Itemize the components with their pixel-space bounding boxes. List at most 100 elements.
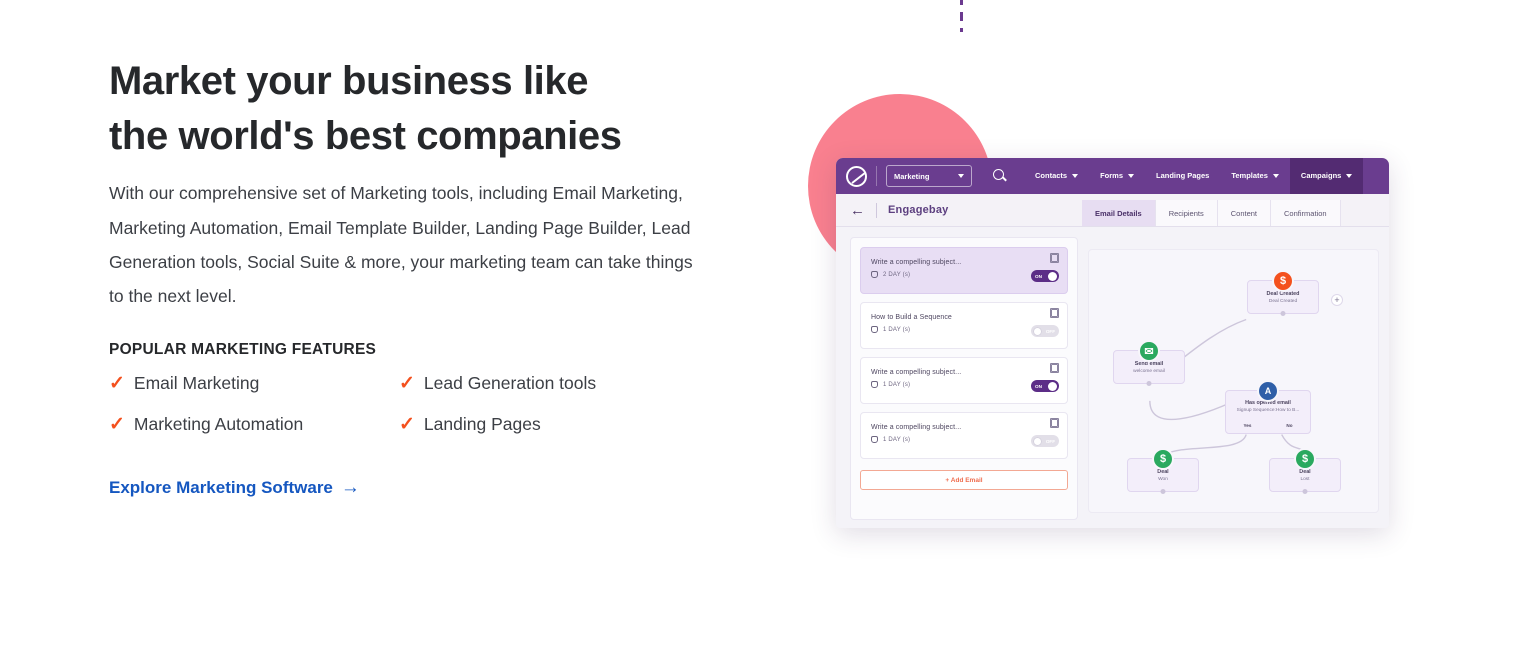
envelope-icon: ✉ <box>1138 340 1160 362</box>
dashed-line-decoration <box>960 0 963 32</box>
feature-item: ✓ Email Marketing <box>109 373 399 394</box>
hero-text-column: Market your business like the world's be… <box>109 54 729 498</box>
back-arrow-icon[interactable]: ← <box>850 203 865 218</box>
sequence-delay: 1 DAY (s) <box>871 381 1057 388</box>
nav-label: Templates <box>1231 171 1268 180</box>
duplicate-icon[interactable] <box>1049 362 1059 373</box>
sequence-subject: Write a compelling subject... <box>871 259 962 266</box>
branch-labels: Yes No <box>1226 423 1310 428</box>
module-selector[interactable]: Marketing <box>886 165 972 187</box>
sequence-card[interactable]: Write a compelling subject... 1 DAY (s) … <box>860 412 1068 459</box>
node-subtitle: Lost <box>1300 476 1310 482</box>
delay-label: 2 DAY (s) <box>883 271 911 278</box>
clock-icon <box>871 326 878 333</box>
sequence-delay: 2 DAY (s) <box>871 271 1057 278</box>
hero-paragraph: With our comprehensive set of Marketing … <box>109 183 693 306</box>
node-subtitle: welcome email <box>1133 368 1165 374</box>
nav-item-campaigns[interactable]: Campaigns <box>1289 158 1364 194</box>
sequence-card[interactable]: Write a compelling subject... 1 DAY (s) … <box>860 357 1068 404</box>
search-icon[interactable] <box>992 168 1008 184</box>
campaign-title: Engagebay <box>888 204 949 216</box>
sequence-subject: How to Build a Sequence <box>871 314 952 321</box>
tab-recipients[interactable]: Recipients <box>1155 200 1218 226</box>
delay-label: 1 DAY (s) <box>883 326 911 333</box>
sequence-subject: Write a compelling subject... <box>871 369 962 376</box>
workflow-node-deal-created[interactable]: $ Deal Created Deal Created <box>1247 270 1319 316</box>
nav-item-templates[interactable]: Templates <box>1220 158 1290 194</box>
sequence-toggle[interactable]: OFF <box>1031 435 1059 447</box>
sequence-subject: Write a compelling subject... <box>871 424 962 431</box>
nav-item-forms[interactable]: Forms <box>1089 158 1145 194</box>
tab-email-details[interactable]: Email Details <box>1082 200 1156 226</box>
sequence-toggle[interactable]: ON <box>1031 380 1059 392</box>
divider <box>876 166 877 186</box>
module-selector-label: Marketing <box>894 171 930 181</box>
sequence-card[interactable]: How to Build a Sequence 1 DAY (s) OFF <box>860 302 1068 349</box>
toggle-label: OFF <box>1045 328 1055 334</box>
chevron-down-icon <box>1272 174 1279 178</box>
add-email-button[interactable]: + Add Email <box>860 470 1068 490</box>
chevron-down-icon <box>1128 174 1135 178</box>
node-connector-dot <box>1160 488 1166 494</box>
chevron-down-icon <box>1072 174 1079 178</box>
app-screenshot-window: Marketing Contacts Forms Landing Pages T… <box>836 158 1389 528</box>
tab-confirmation[interactable]: Confirmation <box>1271 200 1341 226</box>
feature-label: Landing Pages <box>423 413 541 434</box>
divider <box>876 202 877 218</box>
chevron-down-icon <box>958 174 964 178</box>
sequence-card[interactable]: Write a compelling subject... 2 DAY (s) … <box>860 247 1068 294</box>
duplicate-icon[interactable] <box>1049 307 1059 318</box>
nav-label: Contacts <box>1035 171 1068 180</box>
dollar-icon: $ <box>1272 270 1294 292</box>
marketing-feature-section: Market your business like the world's be… <box>0 0 1526 652</box>
toggle-knob <box>1033 326 1042 336</box>
wizard-tabs: Email Details Recipients Content Confirm… <box>1082 200 1341 226</box>
clock-icon <box>871 381 878 388</box>
workflow-node-deal-won[interactable]: $ Deal Won <box>1127 448 1199 494</box>
node-subtitle: Signup Sequence:How to B... <box>1236 408 1300 413</box>
delay-label: 1 DAY (s) <box>883 436 911 443</box>
app-nav: Contacts Forms Landing Pages Templates C… <box>1024 158 1364 194</box>
workflow-canvas: $ Deal Created Deal Created + ✉ Send ema… <box>1088 249 1379 513</box>
tab-content[interactable]: Content <box>1217 200 1272 226</box>
duplicate-icon[interactable] <box>1049 252 1059 263</box>
check-icon: ✓ <box>109 413 125 435</box>
toggle-label: ON <box>1035 383 1042 389</box>
app-topbar: Marketing Contacts Forms Landing Pages T… <box>836 158 1389 194</box>
workflow-node-deal-lost[interactable]: $ Deal Lost <box>1269 448 1341 494</box>
condition-icon: A <box>1257 380 1279 402</box>
feature-item: ✓ Lead Generation tools <box>399 373 729 394</box>
toggle-label: OFF <box>1045 438 1055 444</box>
sequence-toggle[interactable]: ON <box>1031 270 1059 282</box>
dollar-icon: $ <box>1152 448 1174 470</box>
app-body: Write a compelling subject... 2 DAY (s) … <box>836 227 1389 528</box>
clock-icon <box>871 436 878 443</box>
workflow-node-send-email[interactable]: ✉ Send email welcome email <box>1113 340 1185 386</box>
explore-marketing-software-link[interactable]: Explore Marketing Software → <box>109 478 360 498</box>
toggle-knob <box>1048 381 1057 391</box>
engagebay-logo-icon <box>846 165 867 187</box>
nav-label: Campaigns <box>1300 171 1342 180</box>
toggle-knob <box>1033 436 1042 446</box>
check-icon: ✓ <box>109 372 125 394</box>
sequence-delay: 1 DAY (s) <box>871 436 1057 443</box>
add-node-button[interactable]: + <box>1331 294 1343 306</box>
node-connector-dot <box>1146 380 1152 386</box>
nav-item-contacts[interactable]: Contacts <box>1024 158 1089 194</box>
feature-label: Email Marketing <box>133 372 260 393</box>
clock-icon <box>871 271 878 278</box>
duplicate-icon[interactable] <box>1049 417 1059 428</box>
cta-label: Explore Marketing Software <box>109 477 333 497</box>
nav-label: Forms <box>1100 171 1124 180</box>
workflow-node-has-opened-email[interactable]: A Has opened email Signup Sequence:How t… <box>1225 380 1311 434</box>
sequence-toggle[interactable]: OFF <box>1031 325 1059 337</box>
arrow-right-icon: → <box>340 477 360 499</box>
features-list: ✓ Email Marketing ✓ Lead Generation tool… <box>109 373 729 435</box>
page-title: Market your business like the world's be… <box>109 59 622 159</box>
feature-item: ✓ Marketing Automation <box>109 414 399 435</box>
check-icon: ✓ <box>399 372 415 394</box>
nav-item-landing-pages[interactable]: Landing Pages <box>1145 158 1220 194</box>
app-subheader: ← Engagebay Email Details Recipients Con… <box>836 194 1389 227</box>
feature-label: Lead Generation tools <box>423 372 597 393</box>
branch-yes-label: Yes <box>1243 423 1252 428</box>
